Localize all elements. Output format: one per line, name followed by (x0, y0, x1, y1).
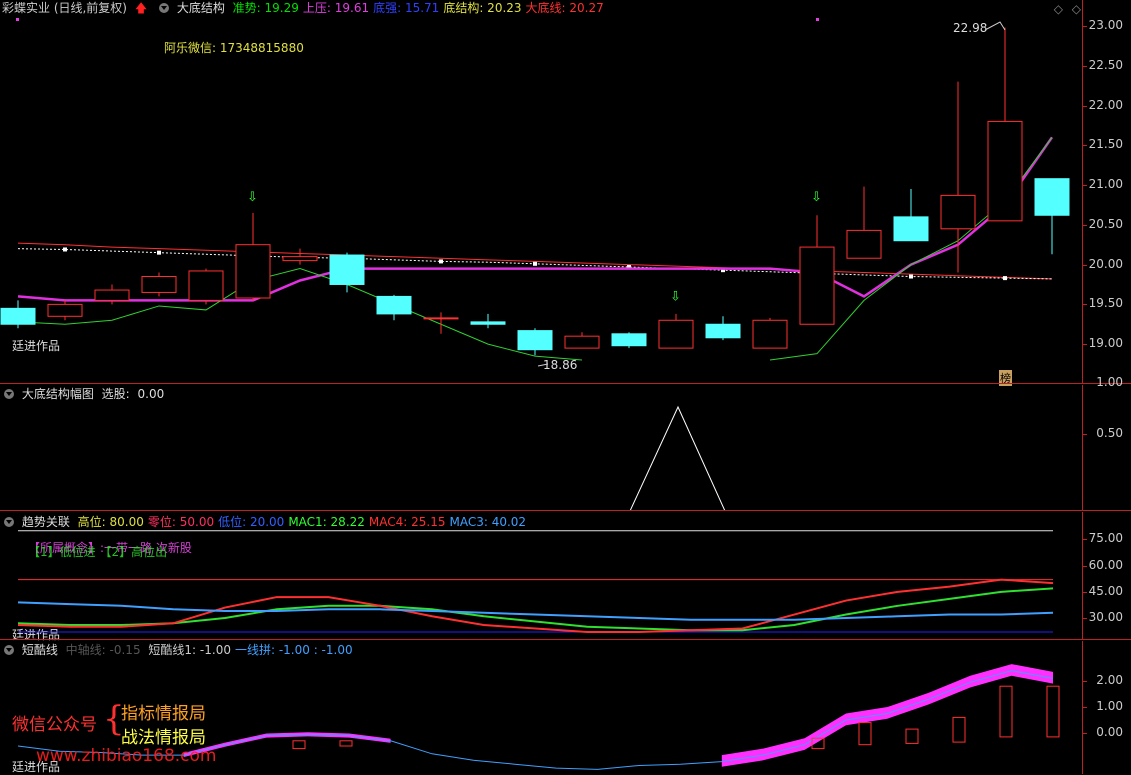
axis-tick: 1.00 (1096, 699, 1123, 713)
marker-dot (16, 18, 19, 21)
candle-body (47, 303, 83, 317)
candle-body (799, 246, 835, 325)
axis-tick: 19.50 (1088, 296, 1123, 311)
high-pointer (984, 21, 1006, 31)
candle-body (940, 194, 976, 230)
candle-body (564, 335, 600, 349)
candle-body (423, 317, 459, 320)
structure-line-chart (18, 405, 1081, 511)
axis-tick: 23.00 (1088, 17, 1123, 32)
promo-line2: 战法情报局 (121, 728, 206, 748)
axis-tick: 22.50 (1088, 57, 1123, 72)
series-line (17, 268, 583, 361)
candle-body (705, 323, 741, 339)
axis-tick: 1.00 (1096, 375, 1123, 389)
candle-body (752, 319, 788, 349)
candle-body (329, 254, 365, 285)
candle-body (846, 229, 882, 259)
axis-tick: 22.00 (1088, 97, 1123, 112)
axis-tick: 30.00 (1088, 610, 1123, 625)
candle-body (141, 276, 177, 293)
axis-tick: 60.00 (1088, 557, 1123, 572)
candle-body (987, 120, 1023, 222)
axis-tick: 20.00 (1088, 256, 1123, 271)
bar-box (999, 685, 1013, 738)
down-arrow-icon: ⇩ (670, 289, 681, 304)
axis-tick: 21.50 (1088, 137, 1123, 152)
candle-body (235, 244, 271, 299)
bar-box (339, 740, 353, 747)
marker-dot (63, 247, 67, 252)
axis-tick: 20.50 (1088, 216, 1123, 231)
promo-line1: 指标情报局 (121, 704, 206, 724)
down-arrow-icon: ⇩ (247, 190, 258, 205)
structure-line (18, 405, 1081, 511)
bar-box (1046, 685, 1060, 738)
main-chart-panel[interactable]: 彩蝶实业 (日线,前复权) 🡅 大底结构 准势: 19.29 上压: 19.61 底… (0, 0, 1131, 386)
sub-panel-trend[interactable]: 趋势关联 高位: 80.00 零位: 50.00 低位: 20.00 MAC1: 28… (0, 512, 1131, 642)
axis-tick: 0.50 (1096, 426, 1123, 440)
candle-body (282, 256, 318, 262)
candle-body (1034, 178, 1070, 216)
promo-left: 微信公众号 (12, 715, 97, 735)
sub-panel-short[interactable]: 短酷线 中轴线: -0.15 短酷线1: -1.00 一线拼: -1.00 : -… (0, 641, 1131, 774)
site-watermark: www.zhibiao168.com (36, 746, 217, 766)
candle-body (517, 330, 553, 351)
candle-body (658, 319, 694, 349)
low-pointer (537, 363, 549, 367)
bar-box (858, 722, 872, 746)
candle-body (893, 216, 929, 242)
panel2-axis: 1.00 0.50 (1082, 375, 1131, 511)
candle-body (94, 289, 130, 301)
panel4-axis: 2.00 1.00 0.00 (1082, 641, 1131, 774)
axis-tick: 45.00 (1088, 583, 1123, 598)
candle-body (0, 307, 36, 325)
candle-body (470, 321, 506, 325)
marker-dot (909, 274, 913, 279)
marker-dot (157, 250, 161, 255)
trend-line-chart (17, 530, 1054, 633)
axis-tick: 0.00 (1096, 725, 1123, 739)
axis-tick: 2.00 (1096, 673, 1123, 687)
author-tag: 廷进作品 (12, 760, 61, 774)
marker-dot (1003, 276, 1007, 281)
candle-body (188, 270, 224, 301)
bar-box (292, 740, 306, 750)
axis-tick: 75.00 (1088, 531, 1123, 546)
candlestick-chart[interactable]: ⇩ ⇩ ⇩ (0, 0, 1083, 384)
marker-dot (533, 261, 537, 266)
down-arrow-icon: ⇩ (811, 190, 822, 205)
candle-body (376, 295, 412, 315)
price-axis[interactable]: 23.00 22.50 22.00 21.50 21.00 20.50 20.00 19.50… (1082, 0, 1131, 384)
bar-box (952, 716, 966, 743)
short-band (721, 664, 1053, 767)
marker-dot (816, 18, 819, 21)
marker-dot (439, 259, 443, 264)
axis-tick: 21.00 (1088, 177, 1123, 192)
sub-panel-structure[interactable]: 大底结构幅图 选股: 0.00 1.00 0.50 (0, 375, 1131, 511)
panel3-axis: 75.00 60.00 45.00 30.00 (1082, 512, 1131, 640)
bar-box (905, 728, 919, 744)
candle-body (611, 333, 647, 347)
axis-tick: 19.00 (1088, 336, 1123, 351)
